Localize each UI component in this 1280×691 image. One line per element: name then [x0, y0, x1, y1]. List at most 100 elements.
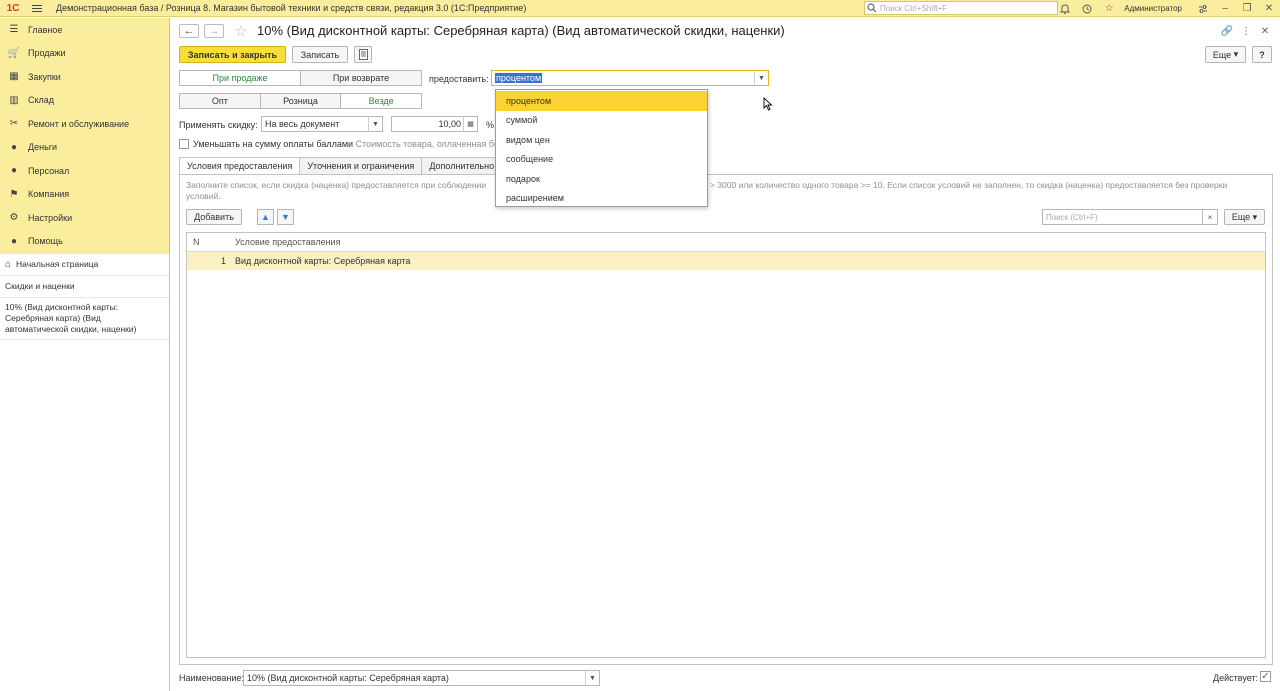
- clear-search-icon[interactable]: ×: [1203, 209, 1218, 225]
- sidebar-item-8[interactable]: ⚙ Настройки: [0, 206, 169, 230]
- scope-tab-retail[interactable]: Розница: [260, 94, 342, 108]
- report-button[interactable]: [354, 46, 372, 63]
- user-name[interactable]: Администратор: [1124, 4, 1182, 13]
- sidebar-item-5[interactable]: ● Деньги: [0, 136, 169, 160]
- dropdown-option[interactable]: сообщение: [496, 150, 707, 170]
- help-icon: ●: [10, 235, 18, 247]
- save-button[interactable]: Записать: [292, 46, 348, 63]
- scope-tab-everywhere[interactable]: Везде: [341, 94, 422, 108]
- favorites-star-icon[interactable]: ☆: [1098, 0, 1120, 17]
- sidebar-item-label: Главное: [28, 24, 63, 35]
- dropdown-option[interactable]: расширением: [496, 189, 707, 209]
- cell-condition: Вид дисконтной карты: Серебряная карта: [235, 256, 411, 266]
- mode-switch: При продаже При возврате: [179, 70, 422, 86]
- open-window-discounts[interactable]: Скидки и наценки: [0, 276, 169, 298]
- close-icon[interactable]: ✕: [1258, 0, 1280, 17]
- open-window-current[interactable]: 10% (Вид дисконтной карты: Серебряная ка…: [0, 298, 169, 340]
- person-icon: ●: [10, 165, 18, 177]
- mode-tab-sale[interactable]: При продаже: [180, 71, 301, 85]
- move-up-button[interactable]: ▲: [257, 209, 274, 225]
- link-icon[interactable]: 🔗: [1220, 24, 1234, 38]
- home-page-link[interactable]: ⌂ Начальная страница: [0, 254, 169, 276]
- tab-conditions[interactable]: Условия предоставления: [179, 157, 301, 174]
- settings-sliders-icon[interactable]: [1192, 0, 1214, 17]
- amount-value: 10,00: [438, 119, 461, 129]
- reduce-by-points-label: Уменьшать на сумму оплаты баллами: [193, 139, 354, 149]
- shopping-icon: 🛒: [7, 47, 21, 59]
- conditions-more-button[interactable]: Еще ▾: [1224, 209, 1265, 225]
- sidebar-item-label: Помощь: [28, 236, 63, 247]
- back-button[interactable]: ←: [179, 24, 199, 38]
- add-condition-button[interactable]: Добавить: [186, 209, 242, 225]
- sidebar-item-0[interactable]: ☰ Главное: [0, 18, 169, 42]
- name-value: 10% (Вид дисконтной карты: Серебряная ка…: [247, 673, 449, 683]
- calculator-icon[interactable]: ▦: [463, 117, 477, 131]
- reduce-by-points-checkbox[interactable]: [179, 139, 189, 149]
- apply-chevron-down-icon[interactable]: ▼: [368, 117, 382, 131]
- conditions-table: N Условие предоставления 1 Вид дисконтной…: [186, 232, 1266, 658]
- sidebar-item-2[interactable]: ▦ Закупки: [0, 65, 169, 89]
- sidebar-item-label: Настройки: [28, 212, 73, 223]
- apply-label: Применять скидку:: [179, 120, 258, 130]
- sidebar-item-1[interactable]: 🛒 Продажи: [0, 42, 169, 66]
- provide-label: предоставить:: [429, 74, 489, 84]
- name-chevron-down-icon[interactable]: ▼: [585, 671, 599, 685]
- sidebar-item-label: Склад: [28, 95, 55, 106]
- global-search-input[interactable]: Поиск Ctrl+Shift+F: [864, 1, 1058, 15]
- column-header-n[interactable]: N: [187, 233, 229, 251]
- sidebar-item-9[interactable]: ● Помощь: [0, 230, 169, 254]
- main-menu-icon[interactable]: [26, 0, 48, 17]
- name-label: Наименование:: [179, 673, 244, 683]
- dropdown-option[interactable]: видом цен: [496, 130, 707, 150]
- restore-icon[interactable]: ❐: [1236, 0, 1258, 17]
- truck-icon: ▦: [9, 71, 19, 83]
- provide-value: процентом: [495, 73, 543, 83]
- tab-refinements[interactable]: Уточнения и ограничения: [299, 157, 423, 174]
- chevron-down-icon[interactable]: ▼: [754, 71, 768, 85]
- move-down-button[interactable]: ▼: [277, 209, 294, 225]
- more-vertical-icon[interactable]: ⋮: [1239, 24, 1253, 38]
- sidebar-item-6[interactable]: ● Персонал: [0, 159, 169, 183]
- close-form-icon[interactable]: ✕: [1258, 24, 1272, 38]
- name-input[interactable]: 10% (Вид дисконтной карты: Серебряная ка…: [243, 670, 600, 686]
- home-icon: ⌂: [5, 259, 12, 270]
- dropdown-option[interactable]: подарок: [496, 169, 707, 189]
- app-title: Демонстрационная база / Розница 8. Магаз…: [56, 3, 527, 13]
- arrow-down-icon: ▼: [281, 212, 290, 222]
- history-icon[interactable]: [1076, 0, 1098, 17]
- global-search-placeholder: Поиск Ctrl+Shift+F: [880, 3, 948, 13]
- favorite-star-icon[interactable]: ☆: [234, 22, 247, 40]
- help-button[interactable]: ?: [1252, 46, 1272, 63]
- sidebar-item-7[interactable]: ⚑ Компания: [0, 183, 169, 207]
- sidebar-item-label: Деньги: [28, 142, 58, 153]
- tab-additional[interactable]: Дополнительно: [421, 157, 503, 174]
- scope-tab-wholesale[interactable]: Опт: [180, 94, 261, 108]
- open-windows-panel: ⌂ Начальная страница Скидки и наценки 10…: [0, 254, 169, 691]
- sidebar-item-label: Компания: [28, 189, 70, 200]
- sidebar-item-4[interactable]: ✂ Ремонт и обслуживание: [0, 112, 169, 136]
- search-icon: [867, 3, 877, 13]
- percent-sign: %: [486, 120, 495, 130]
- conditions-search-input[interactable]: Поиск (Ctrl+F): [1042, 209, 1203, 225]
- document-list-icon: [358, 49, 368, 60]
- mode-tab-return[interactable]: При возврате: [301, 71, 421, 85]
- dropdown-option[interactable]: процентом: [496, 91, 707, 111]
- active-checkbox[interactable]: ✓: [1260, 671, 1271, 682]
- amount-input[interactable]: 10,00 ▦: [391, 116, 478, 132]
- dropdown-option[interactable]: суммой: [496, 111, 707, 131]
- more-menu-button[interactable]: Еще ▾: [1205, 46, 1246, 63]
- table-row[interactable]: 1 Вид дисконтной карты: Серебряная карта: [187, 252, 1265, 270]
- bell-icon[interactable]: [1054, 0, 1076, 17]
- sidebar-item-3[interactable]: ▥ Склад: [0, 89, 169, 113]
- apply-value: На весь документ: [265, 119, 340, 129]
- sidebar-item-label: Продажи: [28, 48, 66, 59]
- minimize-icon[interactable]: –: [1214, 0, 1236, 17]
- column-header-condition[interactable]: Условие предоставления: [229, 233, 1265, 251]
- save-and-close-button[interactable]: Записать и закрыть: [179, 46, 286, 63]
- arrow-up-icon: ▲: [261, 212, 270, 222]
- cell-n: 1: [220, 256, 226, 266]
- apply-select[interactable]: На весь документ ▼: [261, 116, 383, 132]
- provide-select[interactable]: процентом ▼: [491, 70, 769, 86]
- home-page-label: Начальная страница: [16, 259, 99, 269]
- forward-button[interactable]: →: [204, 24, 224, 38]
